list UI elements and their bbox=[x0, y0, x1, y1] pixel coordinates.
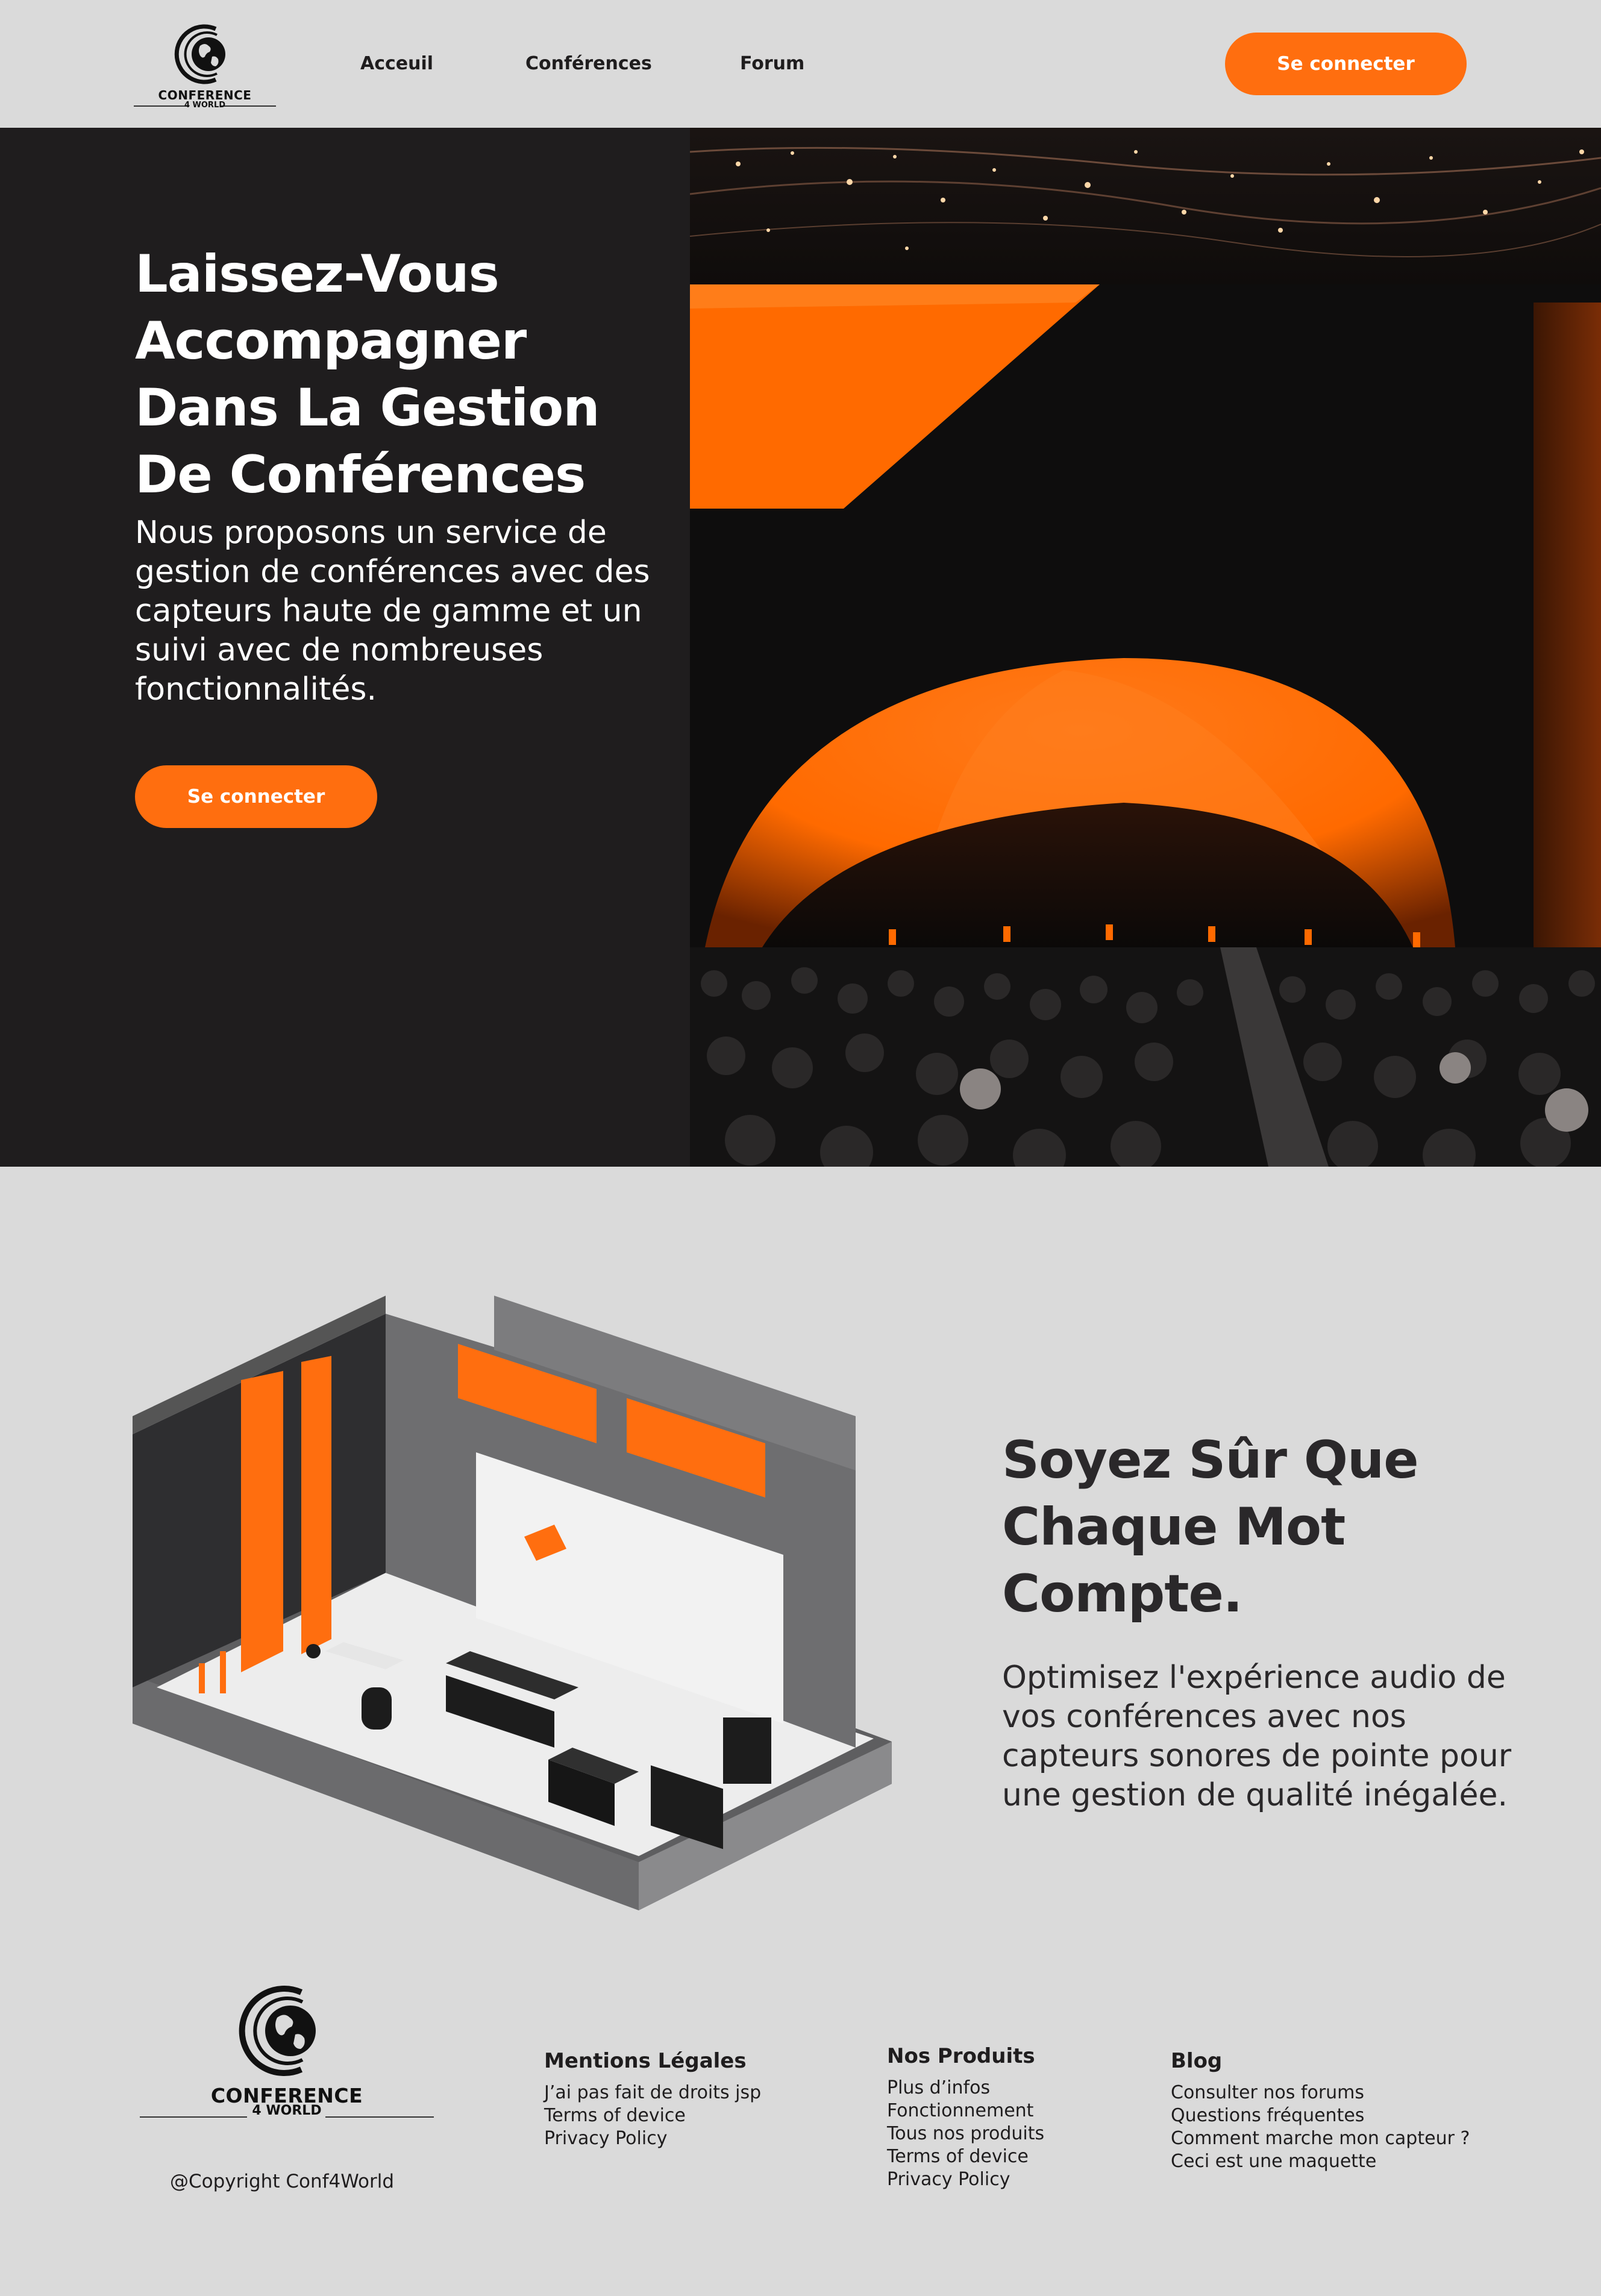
hero-description: Nous proposons un service de gestion de … bbox=[135, 515, 650, 707]
conference-hall-image bbox=[690, 128, 1601, 1167]
footer-link[interactable]: Terms of device bbox=[544, 2104, 761, 2127]
footer-link[interactable]: Consulter nos forums bbox=[1171, 2081, 1470, 2104]
section-title: Soyez Sûr Que Chaque Mot Compte. bbox=[1002, 1430, 1419, 1624]
site-header: CONFERENCE 4 WORLD Acceuil Conférences F… bbox=[0, 0, 1601, 128]
footer-link[interactable]: Terms of device bbox=[887, 2145, 1044, 2168]
footer-link[interactable]: Tous nos produits bbox=[887, 2122, 1044, 2145]
globe-logo-icon bbox=[174, 24, 225, 84]
footer-logo-subtext: 4 WORLD bbox=[252, 2103, 322, 2118]
hero-login-button[interactable]: Se connecter bbox=[135, 765, 377, 828]
footer-column-title: Blog bbox=[1171, 2049, 1223, 2073]
footer-link[interactable]: Fonctionnement bbox=[887, 2100, 1044, 2122]
footer-link[interactable]: Ceci est une maquette bbox=[1171, 2150, 1470, 2173]
footer-column-title: Nos Produits bbox=[887, 2044, 1035, 2068]
nav-item-acceuil[interactable]: Acceuil bbox=[360, 53, 433, 74]
globe-logo-icon bbox=[239, 1986, 316, 2076]
footer-link[interactable]: J’ai pas fait de droits jsp bbox=[544, 2081, 761, 2104]
copyright-text: @Copyright Conf4World bbox=[170, 2171, 395, 2192]
header-login-button[interactable]: Se connecter bbox=[1225, 33, 1467, 95]
studio-illustration bbox=[133, 1290, 916, 1928]
footer-link[interactable]: Privacy Policy bbox=[887, 2168, 1044, 2191]
nav-item-conferences[interactable]: Conférences bbox=[525, 53, 652, 74]
footer-link[interactable]: Questions fréquentes bbox=[1171, 2104, 1470, 2127]
site-logo[interactable]: CONFERENCE 4 WORLD bbox=[134, 22, 276, 110]
footer-column-blog: Blog Consulter nos forums Questions fréq… bbox=[1171, 2049, 1470, 2173]
footer-link[interactable]: Privacy Policy bbox=[544, 2127, 761, 2150]
logo-subtext: 4 WORLD bbox=[184, 101, 226, 110]
footer-column-title: Mentions Légales bbox=[544, 2049, 747, 2073]
hero-title: Laissez-Vous Accompagner Dans La Gestion… bbox=[135, 244, 600, 505]
footer-logo[interactable]: CONFERENCE 4 WORLD bbox=[140, 1983, 434, 2121]
section-description: Optimisez l'expérience audio de vos conf… bbox=[1002, 1660, 1512, 1813]
footer-link[interactable]: Comment marche mon capteur ? bbox=[1171, 2127, 1470, 2150]
footer-link[interactable]: Plus d’infos bbox=[887, 2077, 1044, 2100]
nav-item-forum[interactable]: Forum bbox=[740, 53, 804, 74]
footer-column-produits: Nos Produits Plus d’infos Fonctionnement… bbox=[887, 2044, 1044, 2191]
footer-column-mentions: Mentions Légales J’ai pas fait de droits… bbox=[544, 2049, 761, 2150]
